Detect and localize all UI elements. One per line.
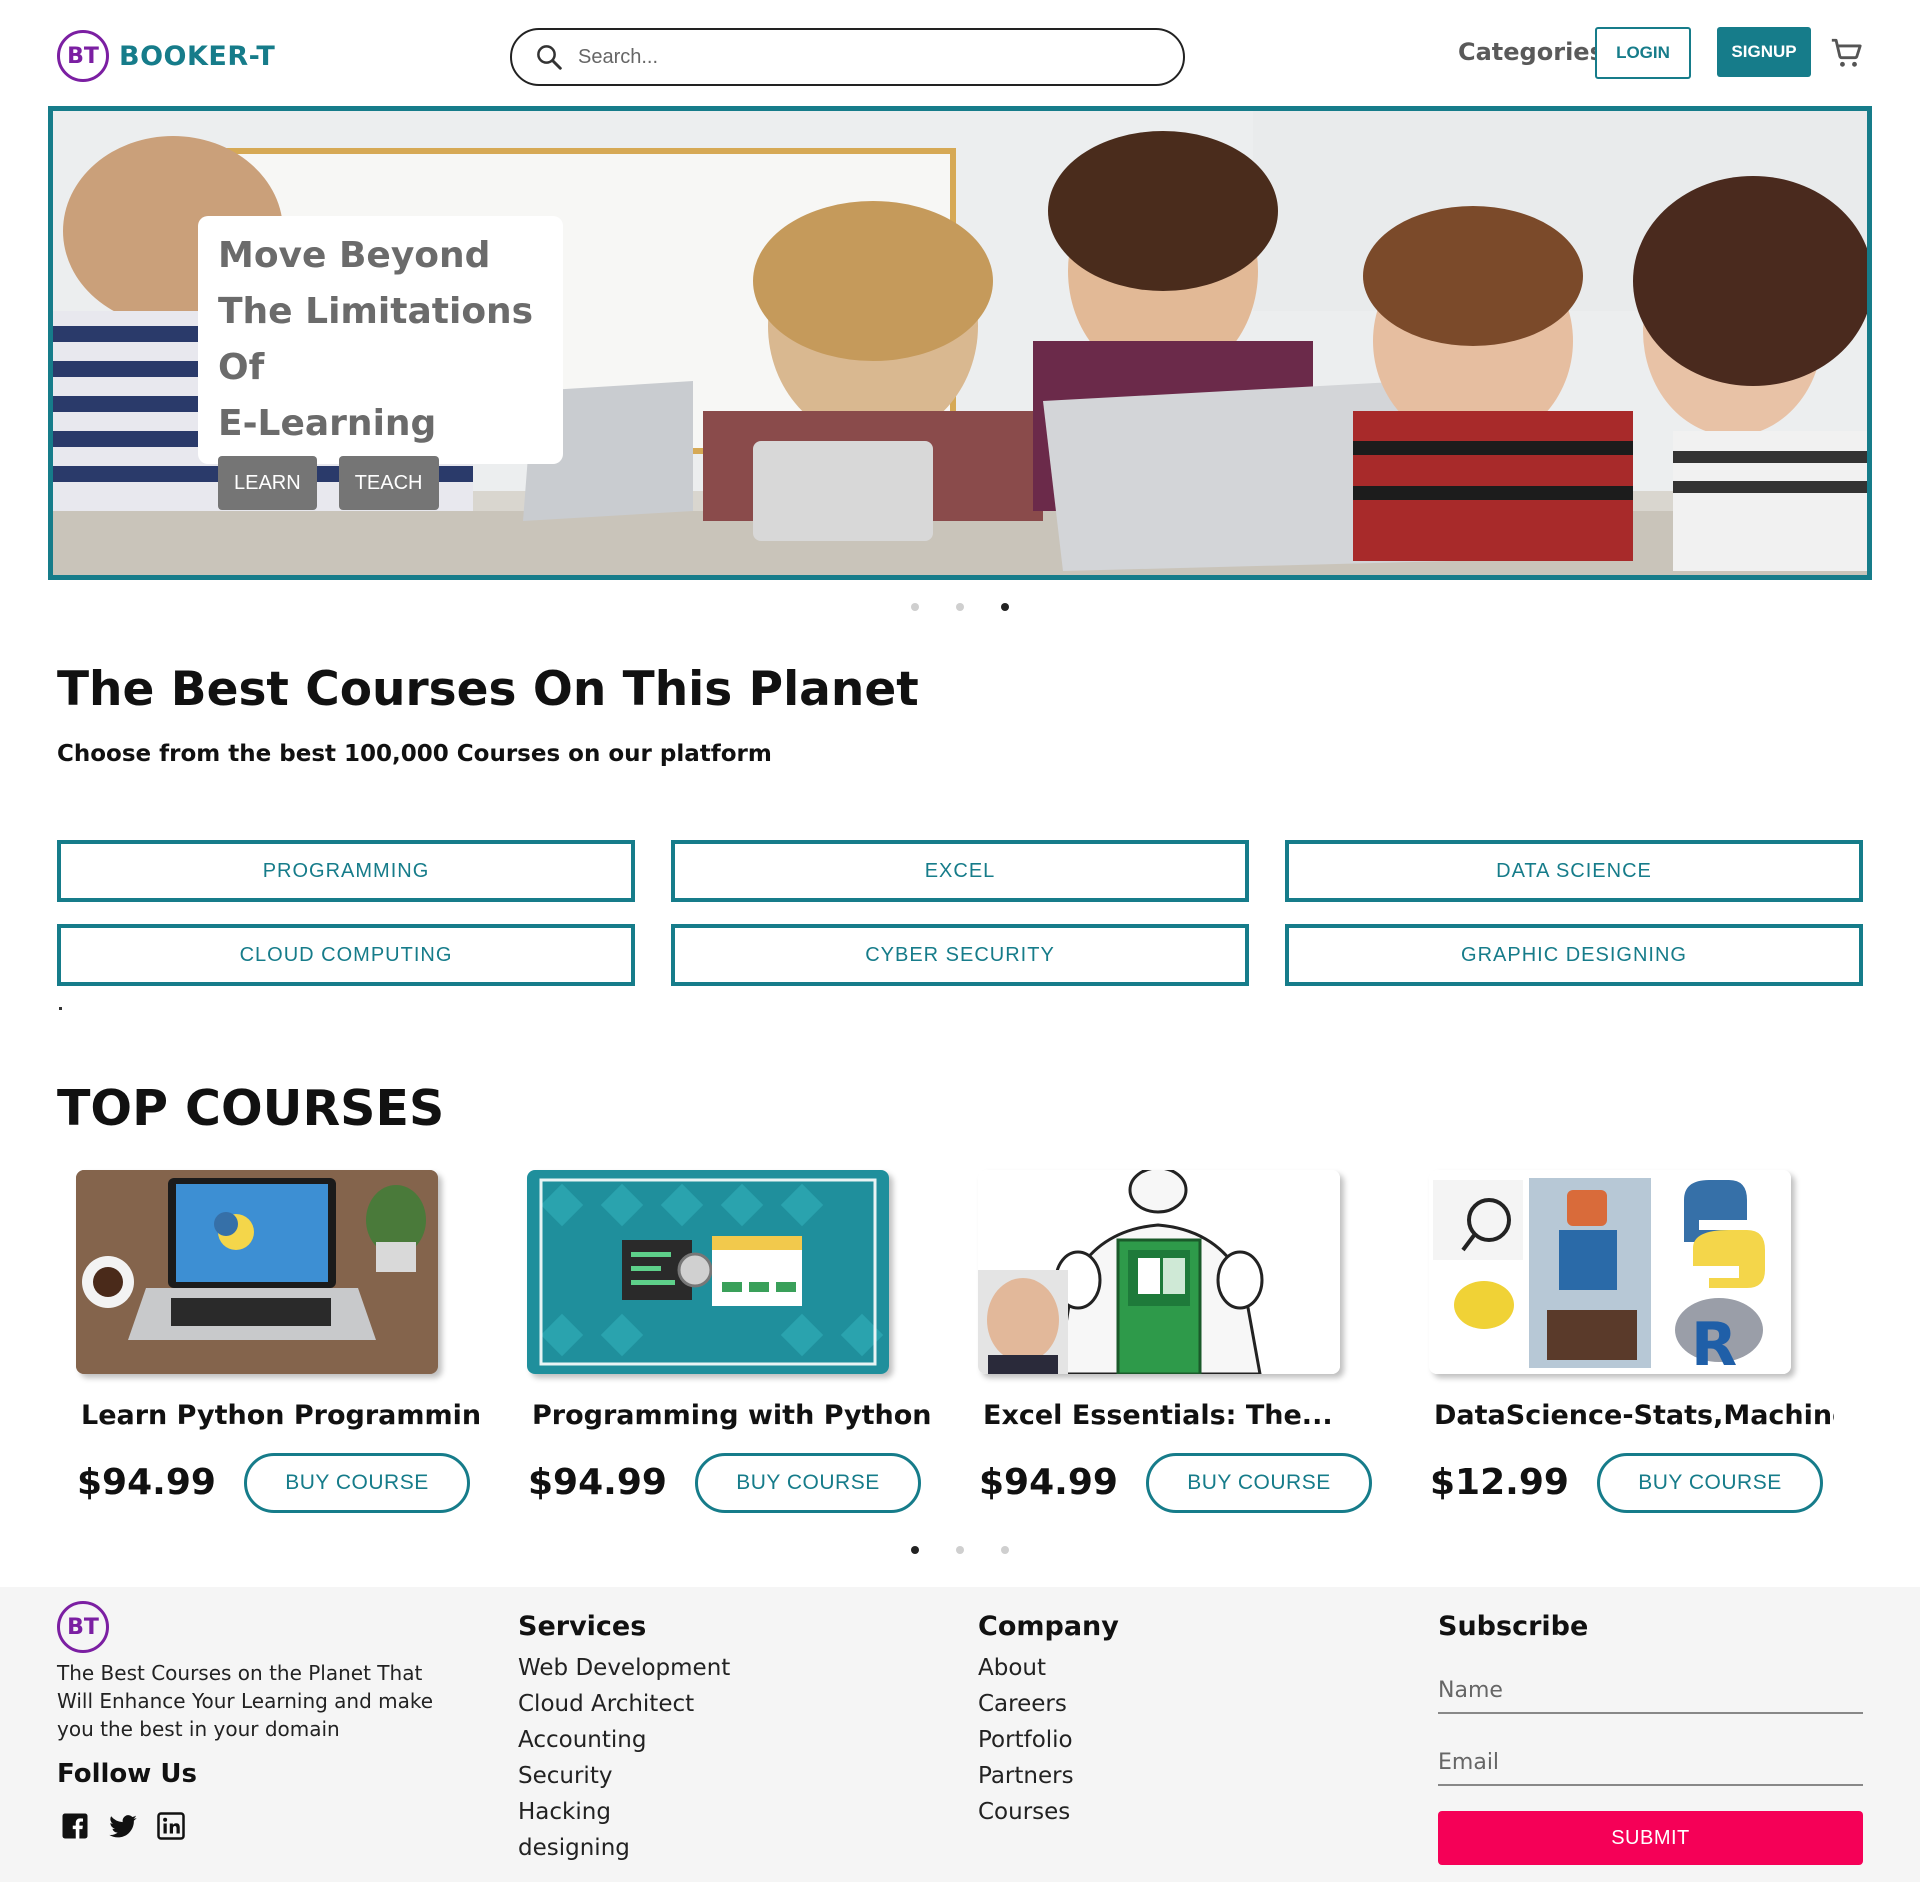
name-field[interactable]: Name [1438,1672,1863,1714]
footer-link[interactable]: Security [518,1758,730,1794]
carousel-dot-active[interactable] [911,1546,919,1554]
excel-hero-image [978,1170,1340,1374]
carousel-dot-active[interactable] [1001,603,1009,611]
category-excel[interactable]: EXCEL [671,840,1249,902]
buy-course-button[interactable]: BUY COURSE [244,1453,470,1513]
subscribe-heading: Subscribe [1438,1611,1589,1642]
footer-link[interactable]: Cloud Architect [518,1686,730,1722]
course-thumbnail[interactable] [978,1170,1340,1374]
footer-link[interactable]: Careers [978,1686,1119,1722]
hero-banner: Move Beyond The Limitations Of E-Learnin… [48,106,1872,580]
logo[interactable]: BT BOOKER-T [57,30,275,82]
footer-logo-badge[interactable]: BT [57,1601,109,1653]
buy-course-button[interactable]: BUY COURSE [1597,1453,1823,1513]
courses-heading: The Best Courses On This Planet [57,662,919,717]
programming-illustration-image [527,1170,889,1374]
carousel-dot[interactable] [956,603,964,611]
search-input[interactable] [578,45,1138,69]
buy-course-button[interactable]: BUY COURSE [695,1453,921,1513]
hero-title-line2: The Limitations Of [218,291,534,388]
course-price: $94.99 [979,1462,1118,1503]
footer-link[interactable]: Accounting [518,1722,730,1758]
footer-link[interactable]: Portfolio [978,1722,1119,1758]
course-title[interactable]: DataScience-Stats,Machine... [1434,1400,1834,1431]
category-data-science[interactable]: DATA SCIENCE [1285,840,1863,902]
category-grid: PROGRAMMING EXCEL DATA SCIENCE CLOUD COM… [57,840,1863,986]
linkedin-icon[interactable] [156,1811,186,1841]
email-field[interactable]: Email [1438,1744,1863,1786]
services-heading: Services [518,1611,647,1642]
data-science-collage-image: R [1429,1170,1791,1374]
carousel-dot[interactable] [1001,1546,1009,1554]
courses-subheading: Choose from the best 100,000 Courses on … [57,741,772,767]
shopping-cart-icon[interactable] [1828,36,1864,70]
footer-link[interactable]: Courses [978,1794,1119,1830]
carousel-dot[interactable] [911,603,919,611]
company-heading: Company [978,1611,1119,1642]
search-icon [537,45,562,70]
footer-link[interactable]: Web Development [518,1650,730,1686]
hero-carousel-dots [911,603,1046,611]
course-price: $94.99 [528,1462,667,1503]
header: BT BOOKER-T Categories LOGIN SIGNUP [0,0,1920,108]
category-programming[interactable]: PROGRAMMING [57,840,635,902]
footer: BT The Best Courses on the Planet That W… [0,1587,1920,1882]
course-thumbnail[interactable] [527,1170,889,1374]
services-column: Services Web Development Cloud Architect… [518,1611,730,1866]
hero-title-line3: E-Learning [218,403,437,444]
course-thumbnail[interactable]: R [1429,1170,1791,1374]
signup-button[interactable]: SIGNUP [1717,27,1811,77]
category-cloud-computing[interactable]: CLOUD COMPUTING [57,924,635,986]
course-thumbnail[interactable] [76,1170,438,1374]
submit-button[interactable]: SUBMIT [1438,1811,1863,1865]
search-bar[interactable] [510,28,1185,86]
course-title[interactable]: Excel Essentials: The... [983,1400,1383,1431]
category-graphic-designing[interactable]: GRAPHIC DESIGNING [1285,924,1863,986]
hero-card: Move Beyond The Limitations Of E-Learnin… [198,216,563,510]
footer-link[interactable]: About [978,1650,1119,1686]
teach-button[interactable]: TEACH [338,456,439,510]
course-price: $94.99 [77,1462,216,1503]
categories-link[interactable]: Categories [1458,38,1604,66]
python-laptop-image [76,1170,438,1374]
subscribe-column: Subscribe [1438,1611,1588,1650]
footer-link[interactable]: Hacking [518,1794,730,1830]
social-links [60,1811,204,1841]
hero-title-line1: Move Beyond [218,235,491,276]
facebook-icon[interactable] [60,1811,90,1841]
svg-text:R: R [1691,1310,1737,1374]
carousel-dot[interactable] [956,1546,964,1554]
footer-link[interactable]: Partners [978,1758,1119,1794]
course-price: $12.99 [1430,1462,1569,1503]
learn-button[interactable]: LEARN [218,456,317,510]
course-title[interactable]: Learn Python Programming... [81,1400,481,1431]
buy-course-button[interactable]: BUY COURSE [1146,1453,1372,1513]
logo-badge: BT [57,30,109,82]
stray-dot [59,1007,62,1010]
footer-link[interactable]: designing [518,1830,730,1866]
logo-text: BOOKER-T [119,40,276,72]
follow-us-heading: Follow Us [57,1759,197,1789]
twitter-icon[interactable] [108,1811,138,1841]
courses-carousel-dots [911,1546,1046,1554]
category-cyber-security[interactable]: CYBER SECURITY [671,924,1249,986]
course-title[interactable]: Programming with Python :... [532,1400,932,1431]
login-button[interactable]: LOGIN [1595,27,1691,79]
company-column: Company About Careers Portfolio Partners… [978,1611,1119,1830]
top-courses-heading: TOP COURSES [57,1080,445,1137]
footer-about-text: The Best Courses on the Planet That Will… [57,1661,434,1741]
